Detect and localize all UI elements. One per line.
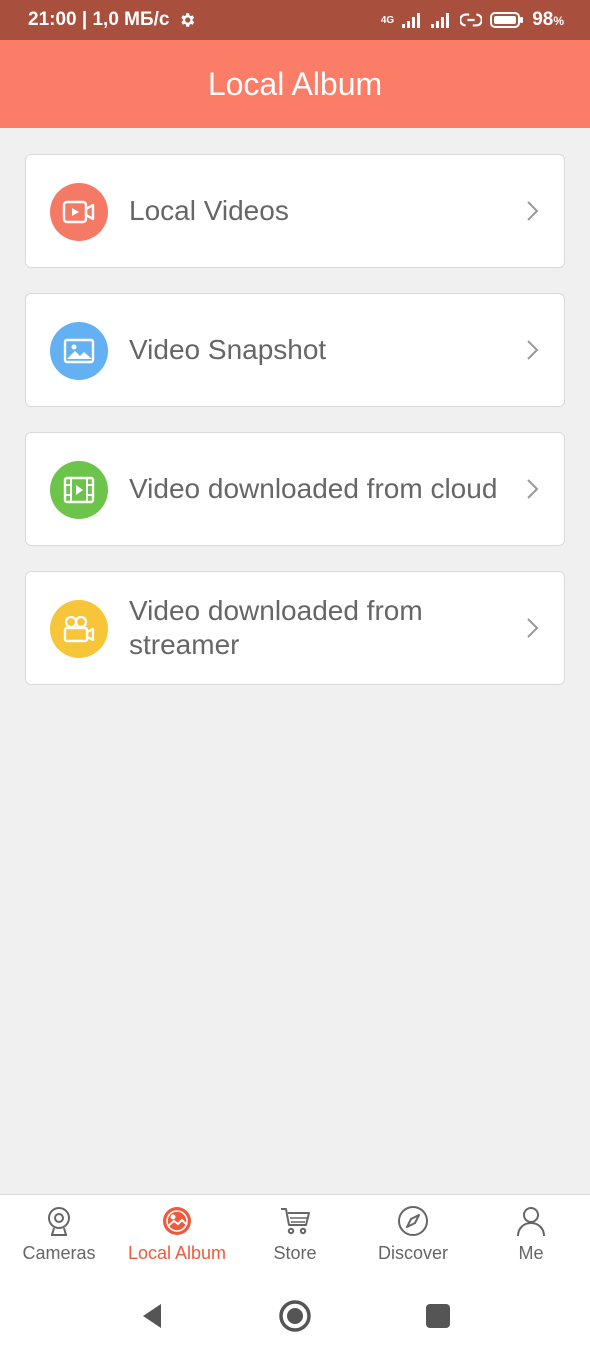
battery-level-text: 98%	[532, 9, 564, 30]
person-icon	[517, 1207, 545, 1237]
signal-icon-2	[431, 13, 450, 28]
webcam-icon	[48, 1207, 70, 1236]
camcorder-icon	[50, 600, 108, 658]
album-icon	[163, 1207, 191, 1235]
battery-icon	[490, 12, 524, 28]
page-title: Local Album	[207, 65, 383, 102]
status-left: 21:00 | 1,0 МБ/с	[28, 9, 196, 31]
back-button[interactable]	[132, 1296, 172, 1336]
chevron-right-icon	[527, 340, 539, 360]
tab-local-album[interactable]: Local Album	[118, 1195, 236, 1264]
signal-icon	[402, 13, 421, 28]
tab-store-label: Store	[273, 1243, 317, 1263]
header-bar: Local Album	[0, 40, 590, 128]
streamer-download-item[interactable]: Video downloaded from streamer	[25, 571, 565, 685]
tab-cameras[interactable]: Cameras	[0, 1195, 118, 1264]
tab-me-label: Me	[518, 1243, 544, 1263]
tab-store[interactable]: Store	[236, 1195, 354, 1264]
status-right: 4G 98%	[381, 9, 564, 31]
streamer-download-label: Video downloaded from streamer	[129, 595, 423, 660]
video-snapshot-label: Video Snapshot	[129, 334, 327, 365]
back-triangle-icon	[142, 1303, 161, 1328]
video-snapshot-item[interactable]: Video Snapshot	[25, 293, 565, 407]
video-camera-icon	[50, 183, 108, 241]
cloud-download-label: Video downloaded from cloud	[129, 473, 498, 504]
film-icon	[50, 461, 108, 519]
bottom-tab-bar: Cameras Local Album Store Discover Me	[0, 1194, 590, 1277]
network-type-text: 4G	[380, 14, 395, 26]
tab-local-album-label: Local Album	[127, 1243, 227, 1263]
home-circle-icon	[279, 1299, 311, 1332]
recents-square-icon	[426, 1303, 451, 1328]
local-videos-label: Local Videos	[129, 195, 289, 226]
tab-me[interactable]: Me	[472, 1195, 590, 1264]
chevron-right-icon	[527, 479, 539, 499]
recents-button[interactable]	[418, 1296, 458, 1336]
status-bar: 21:00 | 1,0 МБ/с 4G 98%	[0, 0, 590, 40]
local-videos-item[interactable]: Local Videos	[25, 154, 565, 268]
gear-icon	[180, 13, 194, 27]
cloud-download-item[interactable]: Video downloaded from cloud	[25, 432, 565, 546]
tab-discover-label: Discover	[377, 1243, 448, 1263]
chevron-right-icon	[527, 201, 539, 221]
link-icon	[460, 13, 483, 27]
cart-icon	[281, 1208, 310, 1235]
album-menu-list: Local Videos Video Snapshot Video downlo…	[25, 154, 565, 710]
image-icon	[50, 322, 108, 380]
tab-cameras-label: Cameras	[22, 1243, 96, 1263]
tab-discover[interactable]: Discover	[354, 1195, 472, 1264]
home-button[interactable]	[275, 1296, 315, 1336]
compass-icon	[398, 1206, 428, 1236]
system-nav-bar	[0, 1277, 590, 1354]
time-speed-text: 21:00 | 1,0 МБ/с	[28, 9, 170, 30]
chevron-right-icon	[527, 618, 539, 638]
